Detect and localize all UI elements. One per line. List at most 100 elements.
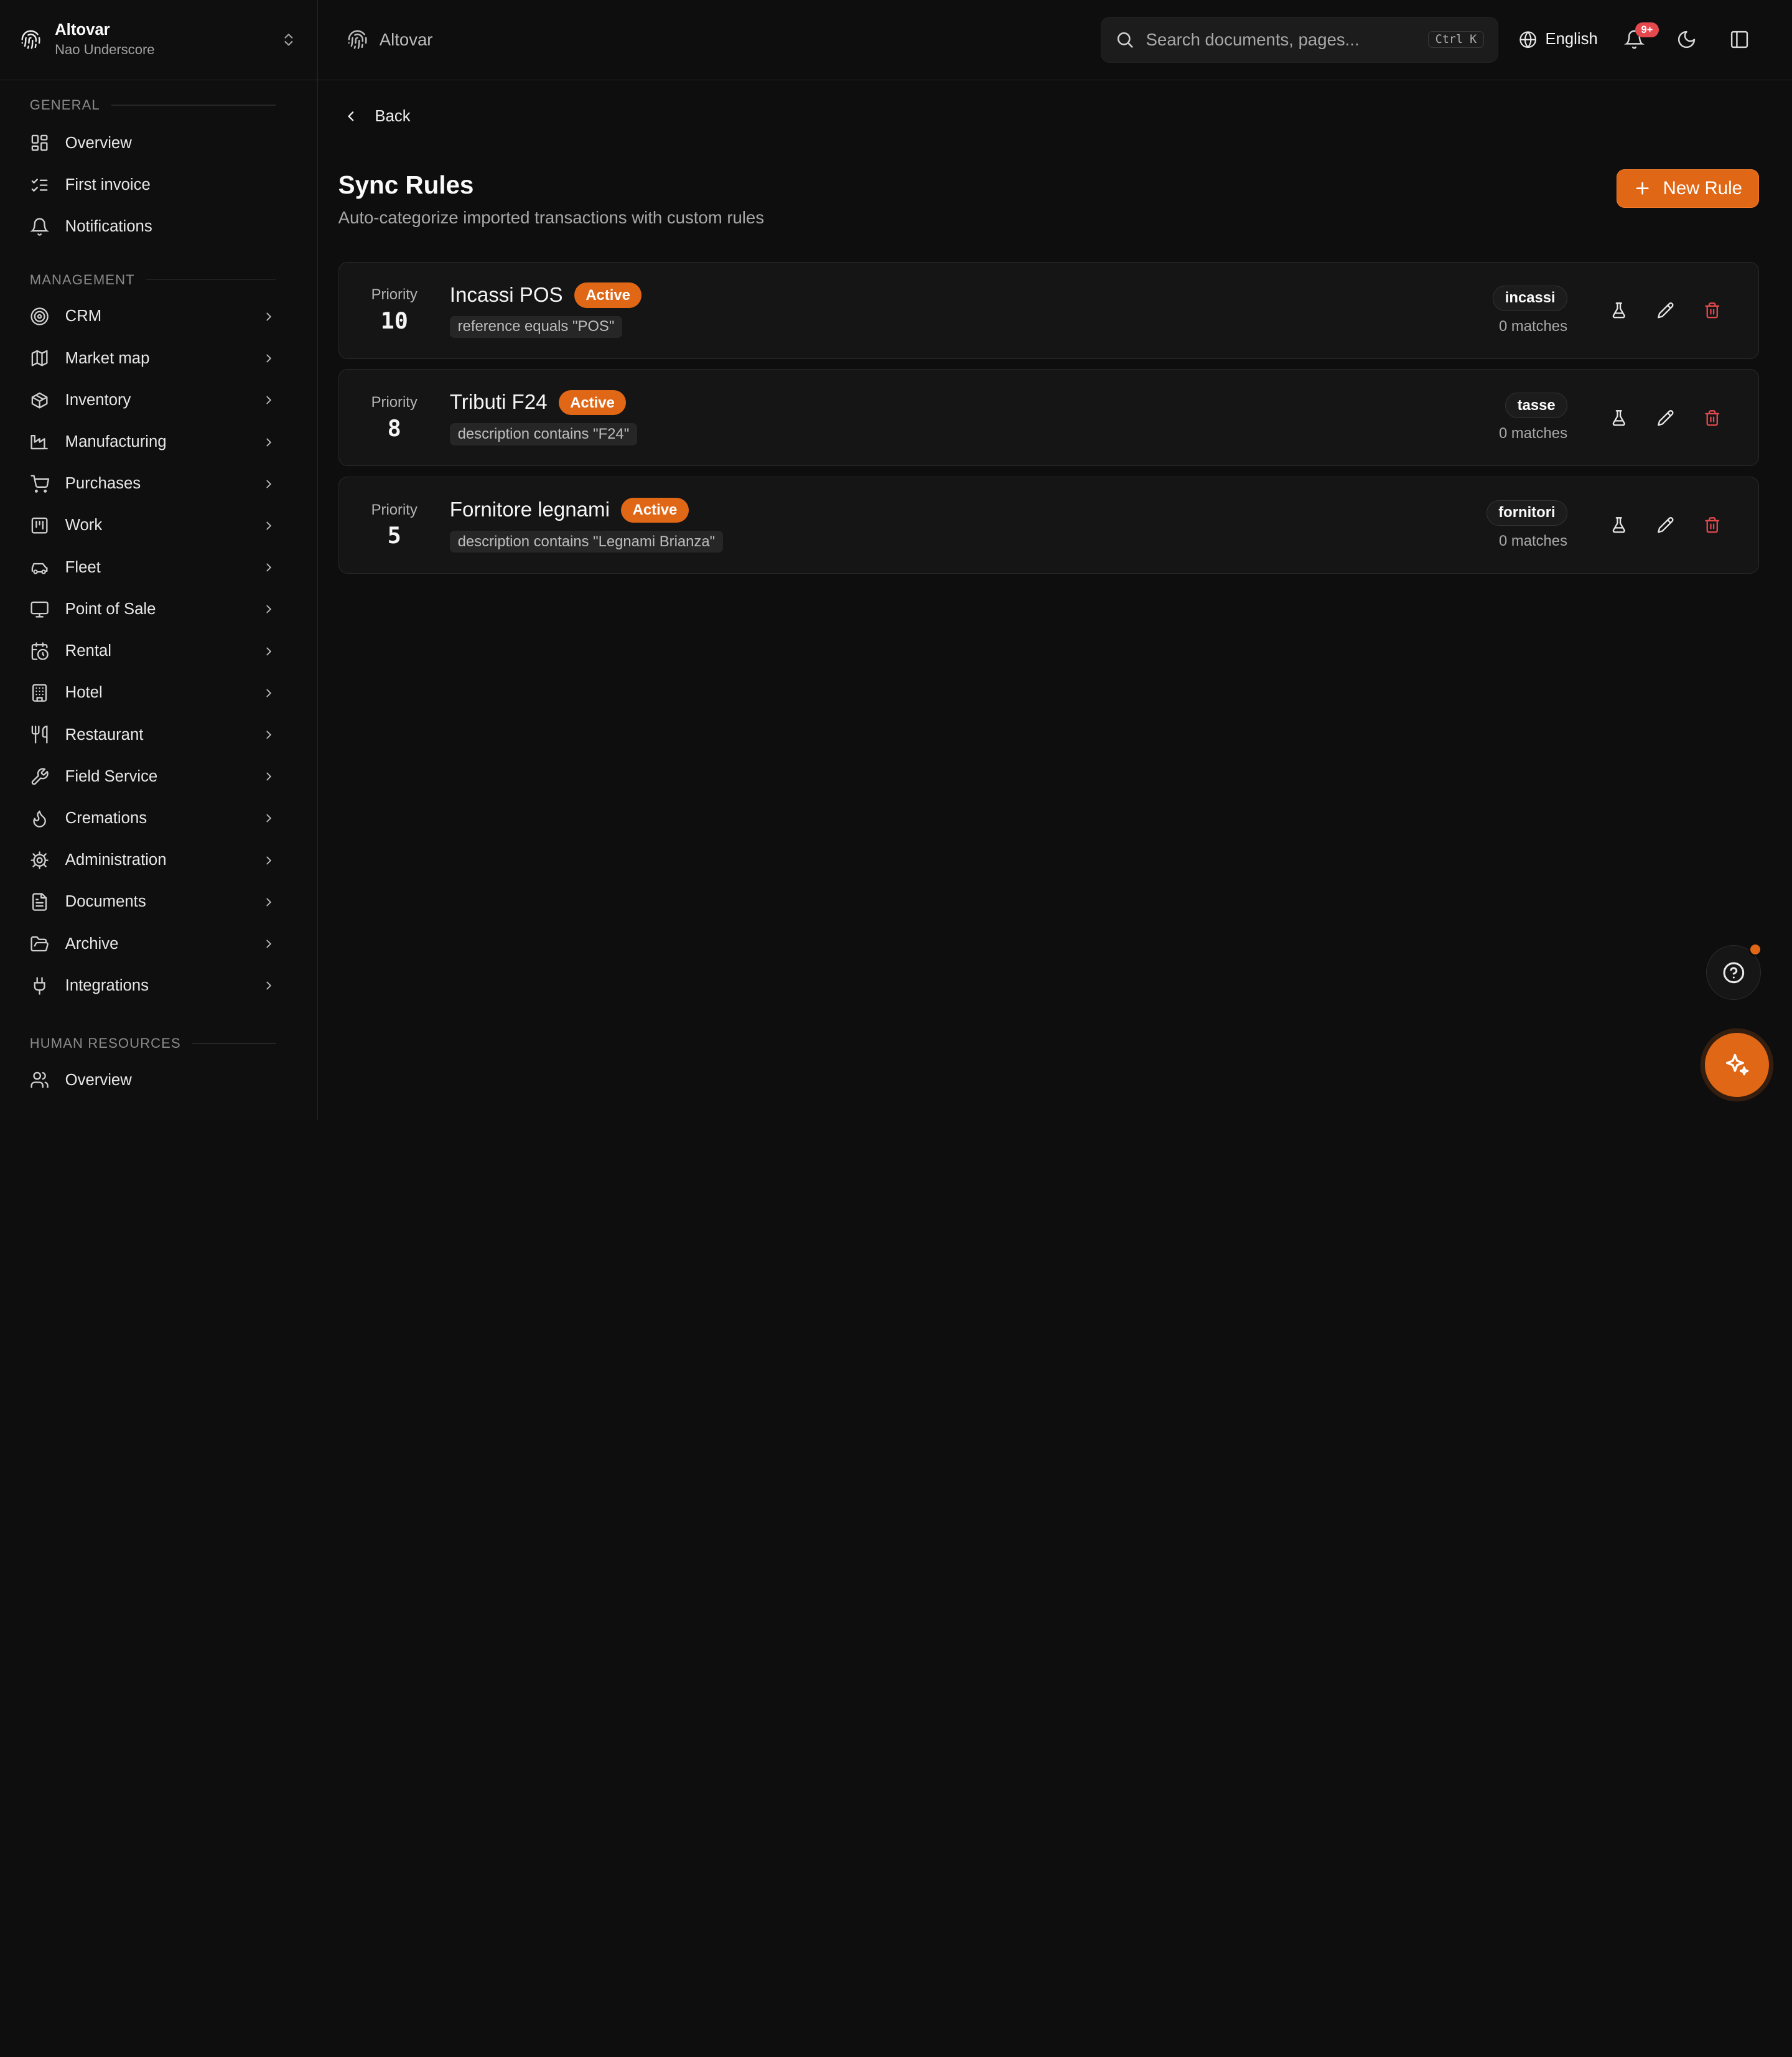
sidebar-item-work[interactable]: Work [0, 505, 317, 546]
section-label-human-resources: Human Resources [0, 1032, 317, 1055]
test-rule-button[interactable] [1598, 505, 1640, 546]
sidebar-item-fleet[interactable]: Fleet [0, 547, 317, 589]
chevron-right-icon [262, 602, 276, 616]
priority-value: 8 [387, 414, 401, 442]
edit-rule-button[interactable] [1645, 505, 1686, 546]
breadcrumb[interactable]: Altovar [347, 29, 432, 50]
sidebar-item-label: Documents [65, 893, 146, 911]
chevron-right-icon [262, 393, 276, 407]
globe-icon [1519, 30, 1537, 49]
chevron-right-icon [262, 937, 276, 951]
notifications-button[interactable]: 9+ [1612, 17, 1659, 62]
sidebar-item-field-service[interactable]: Field Service [0, 756, 317, 798]
delete-rule-button[interactable] [1692, 290, 1733, 331]
search-input[interactable] [1146, 29, 1417, 50]
rule-card: Priority 5 Fornitore legnami Active desc… [338, 476, 1759, 574]
category-tag: fornitori [1486, 500, 1568, 526]
rules-list: Priority 10 Incassi POS Active reference… [338, 261, 1759, 584]
sidebar-item-label: Administration [65, 851, 167, 869]
sidebar-item-manufacturing[interactable]: Manufacturing [0, 421, 317, 463]
sidebar: Altovar Nao Underscore General Overview … [0, 0, 318, 1120]
app-window: Altovar Nao Underscore General Overview … [0, 0, 1792, 1120]
category-tag: tasse [1505, 393, 1568, 419]
sidebar-item-label: Archive [65, 935, 119, 953]
back-button[interactable]: Back [343, 108, 411, 126]
priority-label: Priority [371, 286, 418, 304]
delete-rule-button[interactable] [1692, 397, 1733, 438]
category-tag: incassi [1493, 285, 1568, 311]
sidebar-item-administration[interactable]: Administration [0, 839, 317, 881]
edit-rule-button[interactable] [1645, 290, 1686, 331]
theme-toggle-button[interactable] [1664, 17, 1709, 62]
sidebar-item-inventory[interactable]: Inventory [0, 380, 317, 421]
sidebar-item-cremations[interactable]: Cremations [0, 798, 317, 839]
users-icon [30, 1070, 49, 1089]
chevron-right-icon [262, 895, 276, 909]
sidebar-item-hr-overview[interactable]: Overview [0, 1059, 317, 1101]
chevron-right-icon [262, 770, 276, 783]
sidebar-item-integrations[interactable]: Integrations [0, 965, 317, 1007]
chevron-right-icon [262, 561, 276, 574]
rule-condition: description contains "F24" [449, 423, 638, 445]
bell-icon [29, 217, 49, 236]
priority-value: 10 [380, 307, 408, 334]
pencil-icon [1657, 516, 1674, 534]
sidebar-toggle-button[interactable] [1717, 17, 1762, 62]
sidebar-item-market-map[interactable]: Market map [0, 337, 317, 379]
sidebar-item-archive[interactable]: Archive [0, 923, 317, 965]
rule-condition: description contains "Legnami Brianza" [449, 530, 723, 553]
sidebar-item-label: First invoice [65, 175, 151, 194]
edit-rule-button[interactable] [1645, 397, 1686, 438]
chevron-right-icon [262, 979, 276, 992]
sidebar-item-hotel[interactable]: Hotel [0, 672, 317, 714]
flame-icon [30, 809, 49, 828]
chevron-right-icon [262, 519, 276, 533]
test-rule-button[interactable] [1598, 290, 1640, 331]
status-badge: Active [558, 389, 627, 416]
test-rule-button[interactable] [1598, 397, 1640, 438]
plus-icon [1633, 179, 1651, 197]
chevron-right-icon [262, 686, 276, 700]
sidebar-item-rental[interactable]: Rental [0, 630, 317, 672]
sidebar-item-overview[interactable]: Overview [0, 122, 317, 164]
match-count: 0 matches [1498, 425, 1568, 442]
sidebar-item-label: Hotel [65, 684, 103, 702]
user-name: Nao Underscore [55, 41, 155, 57]
section-label-management: Management [0, 268, 317, 291]
chevron-right-icon [262, 728, 276, 742]
language-label: English [1545, 30, 1598, 49]
new-rule-button[interactable]: New Rule [1617, 169, 1759, 208]
sidebar-item-restaurant[interactable]: Restaurant [0, 714, 317, 755]
sidebar-item-label: Rental [65, 642, 111, 660]
page-title: Sync Rules [338, 170, 474, 199]
chevron-left-icon [343, 108, 359, 124]
chevron-right-icon [262, 477, 276, 491]
priority-label: Priority [371, 501, 418, 518]
pencil-icon [1657, 302, 1674, 319]
sidebar-item-first-invoice[interactable]: First invoice [0, 164, 317, 206]
language-switcher[interactable]: English [1519, 30, 1598, 49]
search-box[interactable]: Ctrl K [1101, 17, 1499, 63]
rule-priority: Priority 8 [360, 394, 429, 442]
priority-label: Priority [371, 394, 418, 411]
delete-rule-button[interactable] [1692, 505, 1733, 546]
sidebar-item-purchases[interactable]: Purchases [0, 463, 317, 505]
main-content: Back Sync Rules Auto-categorize imported… [318, 80, 1792, 1120]
sidebar-item-label: Overview [65, 1071, 132, 1089]
org-switcher[interactable]: Altovar Nao Underscore [0, 0, 317, 80]
gear-icon [30, 851, 49, 870]
sidebar-item-notifications[interactable]: Notifications [0, 206, 317, 248]
monitor-icon [30, 600, 49, 619]
sidebar-item-documents[interactable]: Documents [0, 881, 317, 923]
sidebar-item-label: Fleet [65, 558, 101, 576]
building-icon [30, 683, 49, 702]
sidebar-item-label: Purchases [65, 475, 141, 493]
folder-open-icon [30, 935, 49, 954]
kanban-icon [30, 516, 49, 535]
sidebar-item-crm[interactable]: CRM [0, 296, 317, 337]
file-icon [30, 892, 49, 912]
flask-icon [1610, 409, 1628, 427]
calendar-clock-icon [30, 641, 49, 661]
sidebar-item-point-of-sale[interactable]: Point of Sale [0, 589, 317, 630]
ai-assistant-button[interactable] [1705, 1033, 1770, 1098]
